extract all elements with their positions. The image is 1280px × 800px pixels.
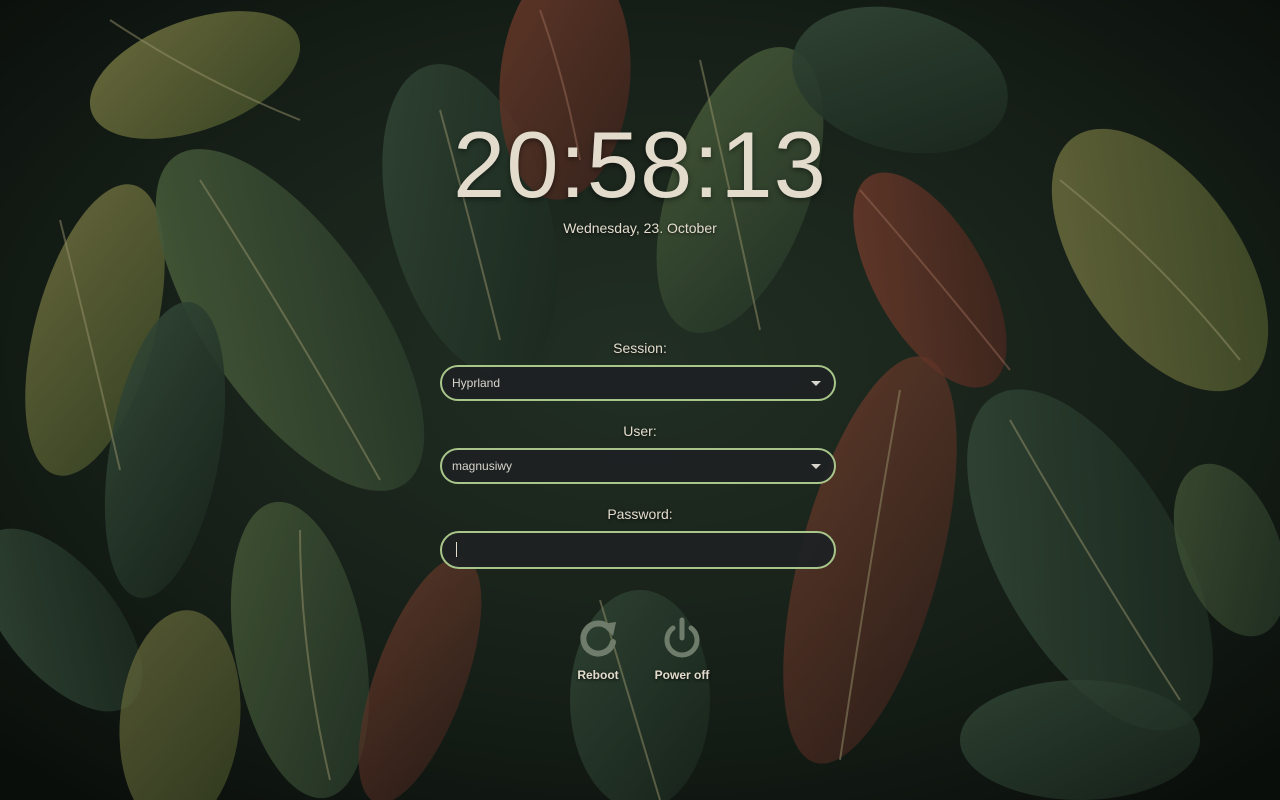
- power-icon: [664, 617, 700, 658]
- clock-time: 20:58:13: [453, 112, 827, 217]
- chevron-down-icon[interactable]: [811, 464, 821, 469]
- session-label: Session:: [613, 340, 667, 356]
- reboot-label: Reboot: [577, 668, 619, 682]
- reboot-icon: [580, 620, 616, 657]
- text-cursor: [456, 542, 457, 557]
- user-select[interactable]: magnusiwy: [440, 448, 836, 484]
- session-select[interactable]: Hyprland: [440, 365, 836, 401]
- clock-date: Wednesday, 23. October: [563, 220, 717, 236]
- session-value: Hyprland: [452, 376, 501, 390]
- power-off-button[interactable]: Power off: [646, 616, 718, 682]
- user-label: User:: [623, 423, 657, 439]
- password-input[interactable]: [440, 531, 836, 569]
- chevron-down-icon[interactable]: [811, 381, 821, 386]
- password-label: Password:: [607, 506, 673, 522]
- user-value: magnusiwy: [452, 459, 513, 473]
- power-off-label: Power off: [654, 668, 710, 682]
- lock-screen: 20:58:13 Wednesday, 23. October Session:…: [0, 0, 1280, 800]
- reboot-button[interactable]: Reboot: [562, 616, 634, 682]
